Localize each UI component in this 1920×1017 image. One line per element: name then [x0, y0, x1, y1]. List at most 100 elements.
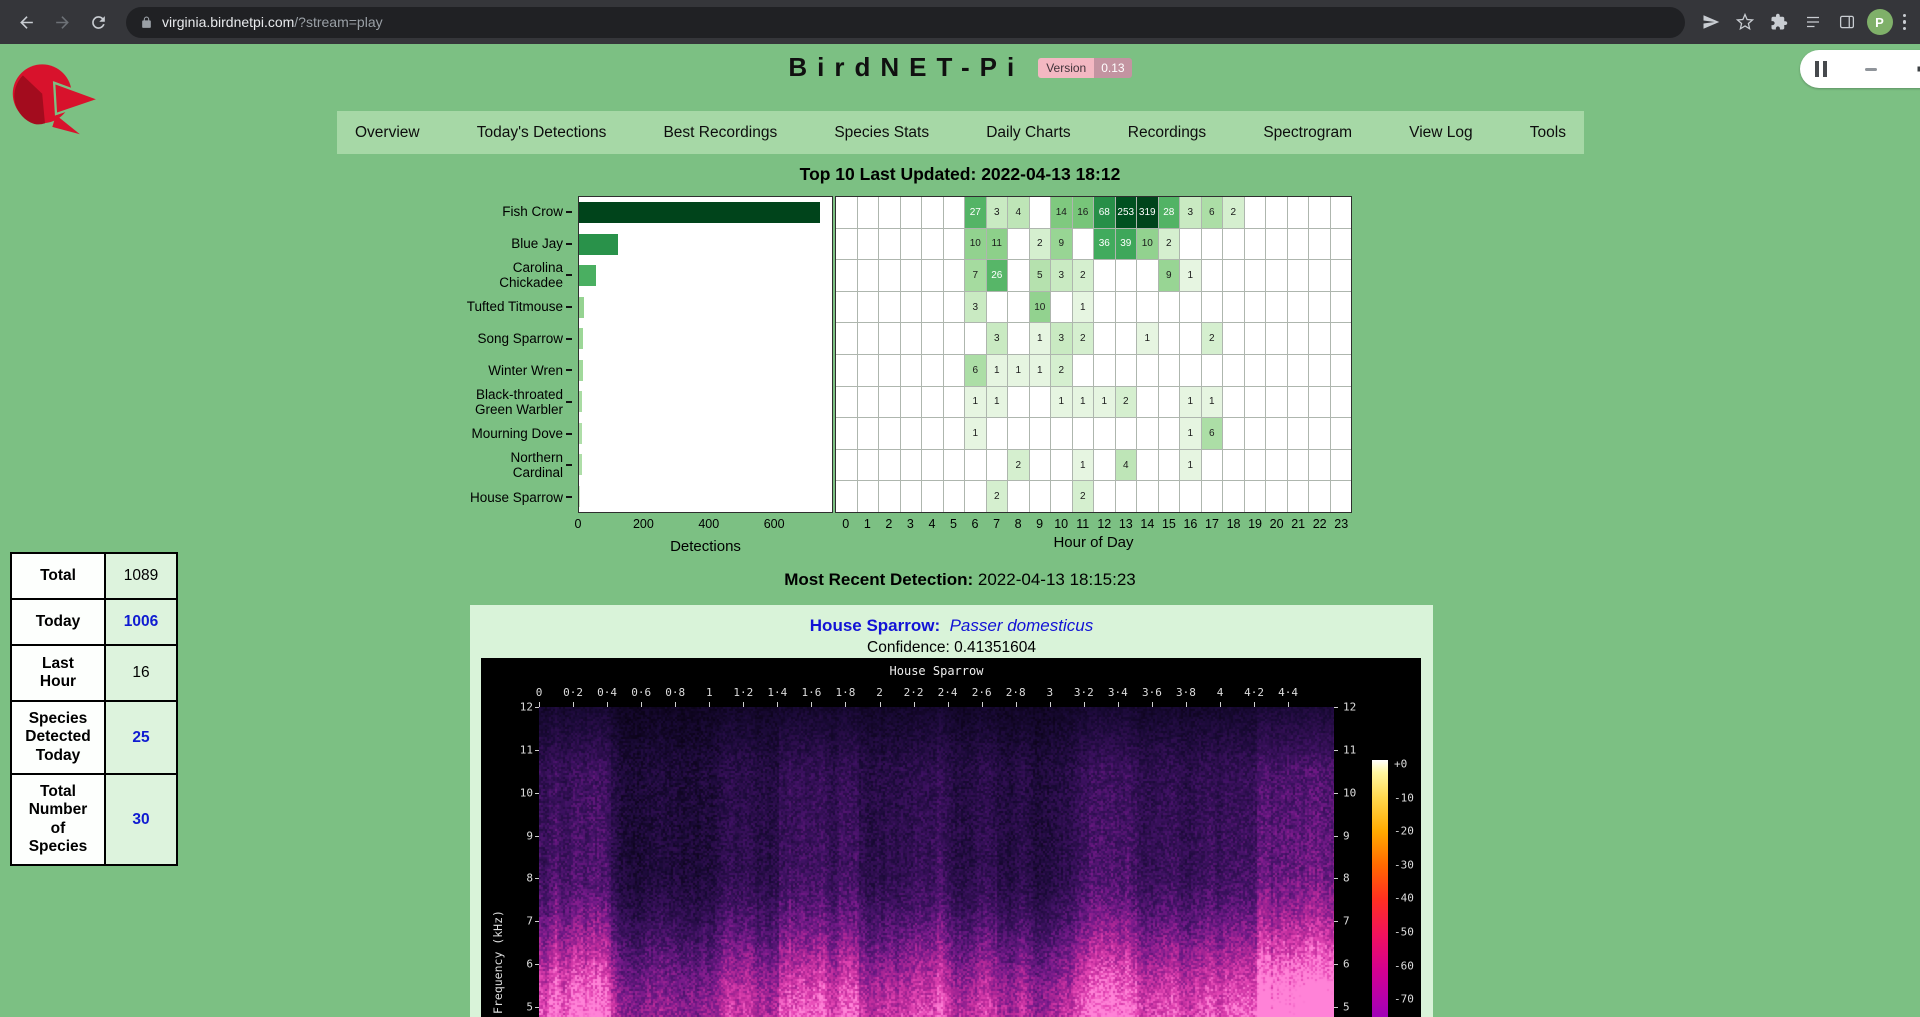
heatmap-cell — [1245, 418, 1266, 449]
browser-toolbar: virginia.birdnetpi.com/?stream=play P — [0, 0, 1920, 44]
heatmap-cell — [1331, 292, 1352, 323]
heatmap-cell — [944, 197, 965, 228]
spectrogram-x-tick: 3·6 — [1142, 686, 1162, 699]
browser-reload-button[interactable] — [82, 6, 114, 38]
heatmap-cell: 27 — [965, 197, 986, 228]
tick-mark — [1334, 921, 1338, 922]
stats-value[interactable]: 1006 — [106, 600, 176, 644]
nav-item-best-recordings[interactable]: Best Recordings — [663, 124, 777, 142]
spectrogram-x-tick: 1·8 — [836, 686, 856, 699]
browser-forward-button[interactable] — [46, 6, 78, 38]
nav-item-species-stats[interactable]: Species Stats — [834, 124, 929, 142]
tick-mark — [675, 702, 676, 707]
reading-list-button[interactable] — [1799, 8, 1827, 36]
heatmap-cell: 319 — [1137, 197, 1158, 228]
stats-value[interactable]: 30 — [106, 775, 176, 864]
nav-item-overview[interactable]: Overview — [355, 124, 420, 142]
heatmap-cell — [858, 197, 879, 228]
nav-item-view-log[interactable]: View Log — [1409, 124, 1472, 142]
heatmap-cell: 1 — [1202, 387, 1223, 418]
heatmap-cell — [987, 450, 1008, 481]
heatmap-cell: 1 — [1073, 387, 1094, 418]
heatmap-cell — [922, 450, 943, 481]
heatmap-cell — [836, 450, 857, 481]
heatmap-cell — [1008, 387, 1029, 418]
heatmap-cell: 2 — [1202, 323, 1223, 354]
heatmap-cell — [922, 418, 943, 449]
hour-tick: 21 — [1291, 517, 1305, 531]
heatmap-cell — [1180, 355, 1201, 386]
spectrogram-y-tick-left: 5 — [499, 1001, 533, 1014]
seek-handle[interactable] — [1865, 68, 1877, 71]
heatmap-x-axis-label: Hour of Day — [835, 534, 1352, 551]
heatmap-cell: 39 — [1116, 229, 1137, 260]
pause-button[interactable] — [1815, 61, 1827, 77]
tick-mark — [535, 1007, 539, 1008]
browser-menu-button[interactable] — [1899, 10, 1911, 35]
heatmap-cell — [1309, 197, 1330, 228]
side-panel-button[interactable] — [1833, 8, 1861, 36]
heatmap-cell — [836, 418, 857, 449]
tick-mark — [535, 793, 539, 794]
heatmap-cell — [944, 387, 965, 418]
nav-item-today-s-detections[interactable]: Today's Detections — [477, 124, 607, 142]
heatmap-cell — [1030, 450, 1051, 481]
stats-value[interactable]: 25 — [106, 702, 176, 773]
tick-mark — [811, 702, 812, 707]
heatmap-cell — [1116, 292, 1137, 323]
bar-row — [579, 229, 832, 261]
tick-mark — [880, 702, 881, 707]
nav-item-recordings[interactable]: Recordings — [1128, 124, 1206, 142]
spectrogram-y-tick-right: 11 — [1343, 743, 1356, 756]
bar-row — [579, 481, 832, 513]
confidence-label: Confidence: — [867, 639, 950, 656]
tick-mark — [641, 702, 642, 707]
heatmap-cell: 1 — [1094, 387, 1115, 418]
heatmap-cell — [879, 387, 900, 418]
heatmap-cell — [1008, 229, 1029, 260]
heatmap-cell — [1094, 260, 1115, 291]
address-bar[interactable]: virginia.birdnetpi.com/?stream=play — [126, 7, 1685, 38]
spectrogram-y-tick-right: 10 — [1343, 786, 1356, 799]
nav-item-daily-charts[interactable]: Daily Charts — [986, 124, 1070, 142]
send-button[interactable] — [1697, 8, 1725, 36]
reload-icon — [89, 13, 108, 32]
browser-back-button[interactable] — [10, 6, 42, 38]
bar-row — [579, 292, 832, 324]
spectrogram-x-tick: 4·2 — [1244, 686, 1264, 699]
bar-x-axis-label: Detections — [578, 538, 833, 555]
colorbar-tick: +0 — [1394, 758, 1407, 771]
tick-mark — [1152, 702, 1153, 707]
confidence-text: Confidence: 0.41351604 — [470, 639, 1433, 657]
stats-value: 16 — [106, 646, 176, 700]
heatmap-cell — [1159, 323, 1180, 354]
nav-item-spectrogram[interactable]: Spectrogram — [1263, 124, 1352, 142]
heatmap-cell — [1073, 229, 1094, 260]
heatmap-cell — [922, 229, 943, 260]
heatmap-cell — [1245, 450, 1266, 481]
heatmap-cell — [1116, 481, 1137, 512]
tick-mark — [743, 702, 744, 707]
heatmap-cell — [1180, 229, 1201, 260]
spectrogram-y-tick-right: 12 — [1343, 701, 1356, 714]
profile-avatar[interactable]: P — [1867, 9, 1893, 35]
species-label: Tufted Titmouse — [340, 291, 572, 323]
species-link[interactable]: House Sparrow: Passer domesticus — [810, 616, 1093, 635]
heatmap-cell — [1331, 197, 1352, 228]
heatmap-cell — [1030, 387, 1051, 418]
spectrogram-y-tick-left: 11 — [499, 743, 533, 756]
heatmap-cell — [987, 292, 1008, 323]
heatmap-cell — [1288, 387, 1309, 418]
heatmap-cell — [1266, 323, 1287, 354]
tick-mark — [948, 702, 949, 707]
bar — [579, 234, 618, 255]
bookmark-button[interactable] — [1731, 8, 1759, 36]
extensions-button[interactable] — [1765, 8, 1793, 36]
heatmap-cell: 2 — [1223, 197, 1244, 228]
volume-icon[interactable] — [1915, 59, 1920, 79]
heatmap-cell: 6 — [965, 355, 986, 386]
species-label: CarolinaChickadee — [340, 259, 572, 291]
nav-item-tools[interactable]: Tools — [1530, 124, 1566, 142]
heatmap-cell — [1223, 481, 1244, 512]
heatmap-cell — [1030, 418, 1051, 449]
